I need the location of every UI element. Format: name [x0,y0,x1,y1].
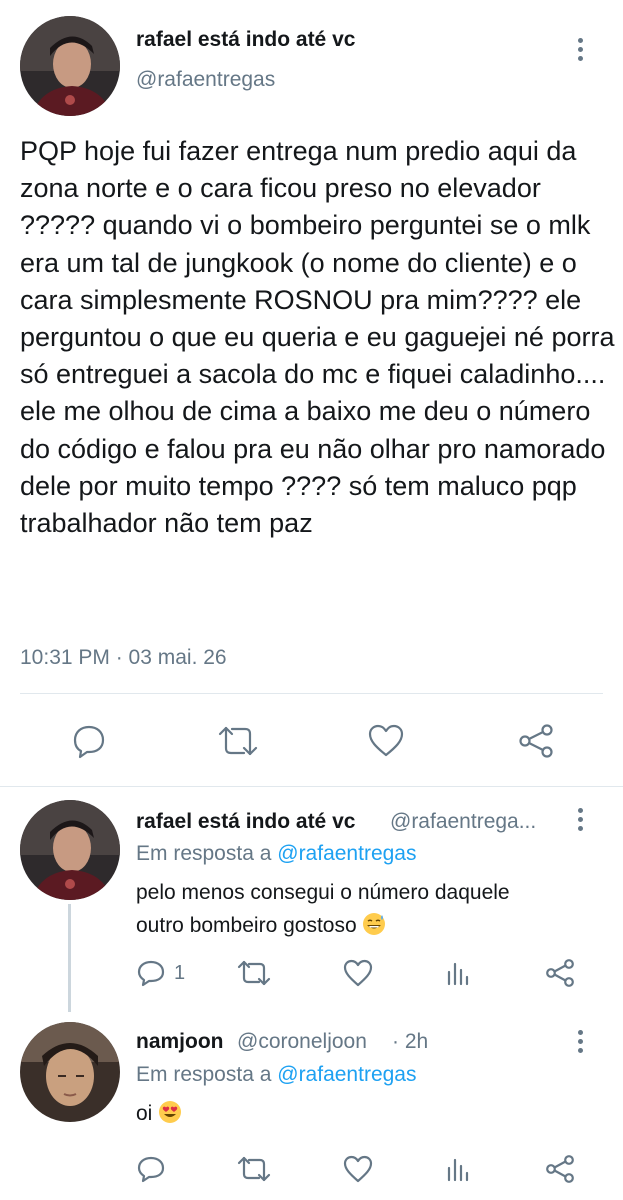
more-options-icon[interactable] [578,38,584,65]
tweet-text: PQP hoje fui fazer entrega num predio aq… [20,136,615,539]
retweet-icon[interactable] [216,722,260,760]
author-name[interactable]: rafael está indo até vc [136,810,355,834]
avatar[interactable] [20,800,120,900]
author-handle[interactable]: @coroneljoon [237,1030,367,1054]
divider [20,693,603,694]
like-icon[interactable] [342,958,374,988]
reply-context: Em resposta a @rafaentregas [136,1063,416,1087]
stats-icon[interactable] [444,958,474,988]
share-icon[interactable] [544,958,576,988]
stats-icon[interactable] [444,1154,474,1184]
avatar-image [20,16,120,116]
reply-time[interactable]: · 2h [392,1030,428,1054]
heart-eyes-emoji [159,1101,182,1123]
share-icon[interactable] [516,722,556,760]
retweet-icon[interactable] [236,1154,272,1184]
author-name[interactable]: namjoon [136,1030,224,1054]
avatar-image [20,800,120,900]
author-name[interactable]: rafael está indo até vc [136,28,355,52]
reply-count: 1 [174,962,186,984]
thread-line [68,904,71,1012]
reply-context: Em resposta a @rafaentregas [136,842,416,866]
reply-prefix: Em resposta a [136,1063,272,1086]
like-icon[interactable] [342,1154,374,1184]
share-icon[interactable] [544,1154,576,1184]
reply-text-line: pelo menos consegui o número daquele [136,881,510,904]
reply-target-link[interactable]: @rafaentregas [277,1063,416,1086]
section-separator [0,786,623,787]
avatar-image [20,1022,120,1122]
avatar[interactable] [20,16,120,116]
author-handle[interactable]: @rafaentregas [136,68,275,92]
reply-text-line: outro bombeiro gostoso [136,909,596,942]
more-options-icon[interactable] [578,1030,584,1057]
retweet-icon[interactable] [236,958,272,988]
reply-prefix: Em resposta a [136,842,272,865]
reply-icon[interactable] [136,1154,166,1184]
reply-icon[interactable] [70,722,108,760]
reply-text: oi [136,1097,182,1130]
grinning-sweat-emoji [363,913,386,935]
reply-target-link[interactable]: @rafaentregas [277,842,416,865]
reply-text: pelo menos consegui o número daquele out… [136,876,596,942]
like-icon[interactable] [366,722,406,760]
author-handle[interactable]: @rafaentrega... [390,810,536,834]
tweet-timestamp[interactable]: 10:31 PM · 03 mai. 26 [20,646,227,670]
avatar[interactable] [20,1022,120,1122]
reply-icon[interactable] [136,958,166,988]
more-options-icon[interactable] [578,808,584,835]
